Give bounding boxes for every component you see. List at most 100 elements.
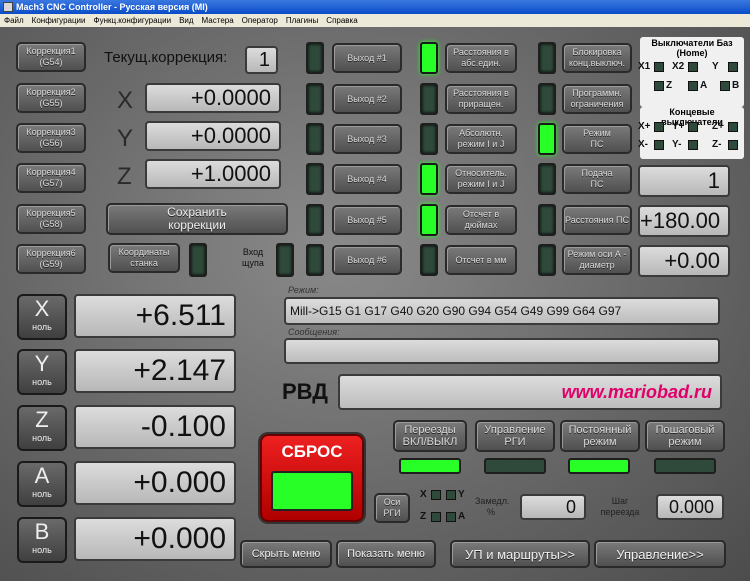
right5-led [538,204,556,236]
offset-y-value[interactable]: +0.0000 [145,121,281,151]
offset3-button[interactable]: Коррекция3 (G56) [16,123,86,153]
modal-display: Mill->G15 G1 G17 G40 G20 G90 G94 G54 G49… [284,297,720,325]
hide-menu-button[interactable]: Скрыть меню [240,540,332,568]
inch-button[interactable]: Отсчет в дюймах [445,205,517,235]
cv-mode-button[interactable]: Режим ПС [562,124,632,154]
step-label: Шаг переезда [600,496,640,517]
cv-distance-button[interactable]: Расстояния ПС [562,205,632,235]
menu-plugins[interactable]: Плагины [282,14,322,27]
output4-button[interactable]: Выход #4 [332,164,402,194]
menu-config[interactable]: Конфигурации [28,14,90,27]
dro-z[interactable]: -0.100 [74,405,236,449]
program-run-button[interactable]: УП и маршруты>> [450,540,590,568]
messages-label: Сообщения: [288,327,340,337]
machine-coords-button[interactable]: Координаты станка [108,243,180,273]
menu-file[interactable]: Файл [0,14,28,27]
right2-led [538,83,556,115]
reset-button[interactable]: СБРОС [260,434,364,522]
limit-ym-led [688,140,698,150]
app-icon [3,2,13,12]
continuous-mode-button[interactable]: Постоянный режим [560,420,640,452]
offset6-button[interactable]: Коррекция6 (G59) [16,244,86,274]
offset-x-value[interactable]: +0.0000 [145,83,281,113]
home-switches-panel: Выключатели Баз (Home) X1 X2 Y Z A B [638,37,744,107]
current-offset-value[interactable]: 1 [245,46,278,74]
rgi-z-label: Z [420,511,427,522]
menu-help[interactable]: Справка [322,14,361,27]
zero-a-button[interactable]: Aноль [17,461,67,507]
output6-led [306,244,324,276]
probe-input-label: Вход щупа [242,247,264,268]
offset-z-value[interactable]: +1.0000 [145,159,281,189]
mode2-led [420,83,438,115]
control-button[interactable]: Управление>> [594,540,726,568]
rgi-x-led [431,490,441,500]
output5-button[interactable]: Выход #5 [332,205,402,235]
limits-override-button[interactable]: Блокировка конц.выключ. [562,43,632,73]
step-mode-button[interactable]: Пошаговый режим [645,420,725,452]
slow-value[interactable]: 0 [520,494,586,520]
offset4-button[interactable]: Коррекция4 (G57) [16,163,86,193]
inc-ij-button[interactable]: Относитель. режим I и J [445,164,517,194]
output3-button[interactable]: Выход #3 [332,124,402,154]
home-x2-label: X2 [672,61,685,72]
right3-led [538,123,556,155]
abs-distance-button[interactable]: Расстояния в абс.един. [445,43,517,73]
show-menu-button[interactable]: Показать меню [336,540,436,568]
jog-toggle-led [399,458,461,474]
a-diameter-value[interactable]: +0.00 [638,245,730,277]
btn-label: Коррекция5 [26,208,76,218]
home-y-label: Y [712,61,719,72]
zero-label: ноль [32,545,52,555]
limit-zm-label: Z- [712,139,722,150]
zero-x-button[interactable]: Xноль [17,294,67,340]
axes-rgi-button[interactable]: Оси РГИ [374,493,410,523]
offset1-button[interactable]: Коррекция1 (G54) [16,42,86,72]
cv-feed-value[interactable]: 1 [638,165,730,197]
mm-button[interactable]: Отсчет в мм [445,245,517,275]
zero-label: ноль [32,489,52,499]
dro-x[interactable]: +6.511 [74,294,236,338]
cv-feed-button[interactable]: Подача ПС [562,164,632,194]
offset2-button[interactable]: Коррекция2 (G55) [16,83,86,113]
offset5-button[interactable]: Коррекция5 (G58) [16,204,86,234]
axis-letter: X [34,296,50,321]
btn-label: Коррекция6 [26,248,76,258]
save-offsets-button[interactable]: Сохранить коррекции [106,203,288,235]
menu-operator[interactable]: Оператор [238,14,282,27]
btn-label: (G55) [39,98,63,108]
step-value[interactable]: 0.000 [656,494,724,520]
output1-button[interactable]: Выход #1 [332,43,402,73]
limit-xm-label: X- [638,139,648,150]
axis-letter: B [34,519,50,544]
dro-a[interactable]: +0.000 [74,461,236,505]
btn-label: (G59) [39,259,63,269]
mode5-led [420,204,438,236]
menu-view[interactable]: Вид [175,14,197,27]
soft-limits-button[interactable]: Программн. ограничения [562,84,632,114]
btn-label: Коррекция3 [26,127,76,137]
mpg-control-button[interactable]: Управление РГИ [475,420,555,452]
menu-func-config[interactable]: Функц.конфигурации [90,14,176,27]
inc-distance-button[interactable]: Расстояния в приращен. [445,84,517,114]
output5-led [306,204,324,236]
axis-letter: Z [35,407,49,432]
zero-b-button[interactable]: Bноль [17,517,67,563]
zero-y-button[interactable]: Yноль [17,349,67,395]
zero-z-button[interactable]: Zноль [17,405,67,451]
cv-distance-value[interactable]: +180.00 [638,205,730,237]
a-diameter-button[interactable]: Режим оси А - диаметр [562,245,632,275]
output2-button[interactable]: Выход #2 [332,84,402,114]
output6-button[interactable]: Выход #6 [332,245,402,275]
menu-wizards[interactable]: Мастера [198,14,238,27]
jog-toggle-button[interactable]: Переезды ВКЛ/ВЫКЛ [393,420,467,452]
rgi-a-label: A [458,511,466,522]
main-panel: Коррекция1 (G54) Коррекция2 (G55) Коррекци… [0,27,750,581]
abs-ij-button[interactable]: Абсолютн. режим I и J [445,124,517,154]
mach3-window: Mach3 CNC Controller - Русская версия (M… [0,0,750,581]
limit-xp-label: X+ [638,121,651,132]
home-b-label: B [732,80,740,91]
limit-yp-label: Y+ [672,121,685,132]
dro-y[interactable]: +2.147 [74,349,236,393]
dro-b[interactable]: +0.000 [74,517,236,561]
